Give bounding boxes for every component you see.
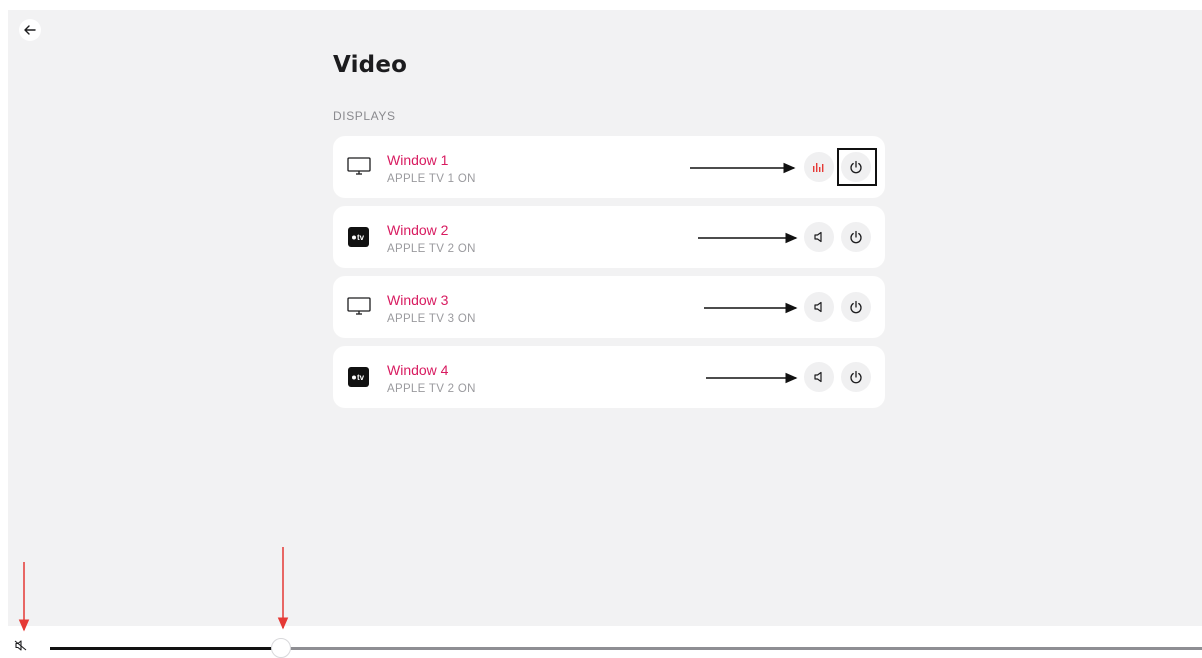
muted-speaker-icon[interactable] <box>14 640 28 651</box>
volume-track[interactable] <box>290 647 1202 650</box>
volume-track-filled[interactable] <box>50 647 272 650</box>
display-name: Window 1 <box>387 152 449 168</box>
focus-highlight <box>837 148 877 186</box>
display-name: Window 3 <box>387 292 449 308</box>
volume-button[interactable] <box>804 222 834 252</box>
monitor-icon <box>347 297 371 315</box>
apple-tv-icon: tv <box>348 367 369 387</box>
power-button[interactable] <box>841 362 871 392</box>
display-card-window-1[interactable]: Window 1 APPLE TV 1 ON <box>333 136 885 198</box>
arrow-left-icon <box>24 25 36 35</box>
volume-slider-thumb[interactable] <box>271 638 291 658</box>
display-card-window-4[interactable]: tv Window 4 APPLE TV 2 ON <box>333 346 885 408</box>
apple-tv-badge-text: tv <box>357 233 365 242</box>
page-title: Video <box>333 52 408 78</box>
display-status: APPLE TV 2 ON <box>387 383 476 395</box>
audio-levels-icon <box>813 163 824 172</box>
display-name: Window 2 <box>387 222 449 238</box>
display-name: Window 4 <box>387 362 449 378</box>
display-card-window-3[interactable]: Window 3 APPLE TV 3 ON <box>333 276 885 338</box>
audio-levels-button[interactable] <box>804 152 834 182</box>
apple-tv-badge-text: tv <box>357 373 365 382</box>
power-button[interactable] <box>841 222 871 252</box>
power-icon <box>850 300 862 314</box>
power-icon <box>850 230 862 244</box>
back-button[interactable] <box>19 19 41 41</box>
volume-button[interactable] <box>804 362 834 392</box>
power-button[interactable] <box>841 292 871 322</box>
volume-button[interactable] <box>804 292 834 322</box>
speaker-icon <box>814 371 822 383</box>
display-card-window-2[interactable]: tv Window 2 APPLE TV 2 ON <box>333 206 885 268</box>
section-label-displays: DISPLAYS <box>333 109 396 123</box>
speaker-icon <box>814 231 822 243</box>
apple-tv-icon: tv <box>348 227 369 247</box>
power-icon <box>850 370 862 384</box>
monitor-icon <box>347 157 371 175</box>
display-status: APPLE TV 2 ON <box>387 243 476 255</box>
speaker-icon <box>814 301 822 313</box>
display-status: APPLE TV 3 ON <box>387 313 476 325</box>
display-status: APPLE TV 1 ON <box>387 173 476 185</box>
